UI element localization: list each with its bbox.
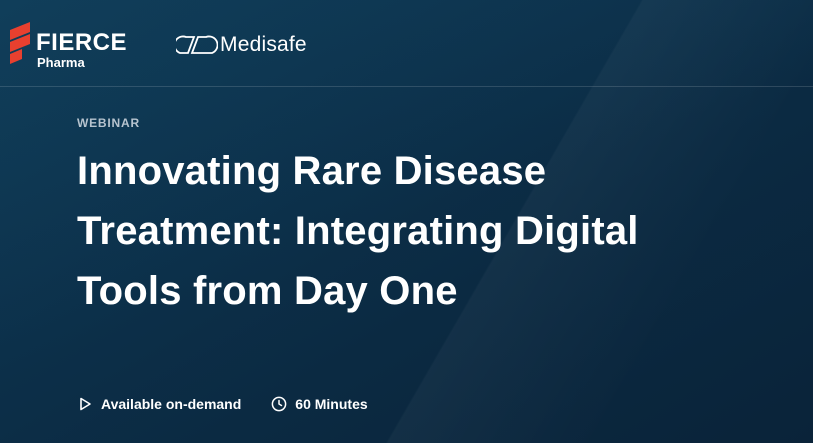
fierce-mark-icon [10, 22, 30, 64]
webinar-meta: Available on-demand 60 Minutes [77, 394, 398, 414]
play-icon [80, 397, 91, 411]
page-title: Innovating Rare Disease Treatment: Integ… [77, 149, 639, 313]
site-header: FIERCE Pharma Medisafe [0, 0, 813, 87]
medisafe-logo[interactable]: Medisafe [176, 33, 307, 57]
medisafe-logo-word: Medisafe [220, 33, 307, 56]
fierce-pharma-logo[interactable]: FIERCE Pharma [6, 20, 136, 70]
medisafe-mark-icon [176, 35, 218, 54]
availability-meta: Available on-demand [77, 395, 241, 413]
content-type-label: WEBINAR [77, 116, 140, 130]
clock-icon [271, 396, 287, 412]
fierce-logo-word: FIERCE [36, 29, 128, 56]
duration-meta: 60 Minutes [271, 395, 368, 413]
duration-text: 60 Minutes [295, 396, 368, 412]
availability-text: Available on-demand [101, 396, 242, 412]
fierce-logo-sub: Pharma [37, 55, 85, 70]
